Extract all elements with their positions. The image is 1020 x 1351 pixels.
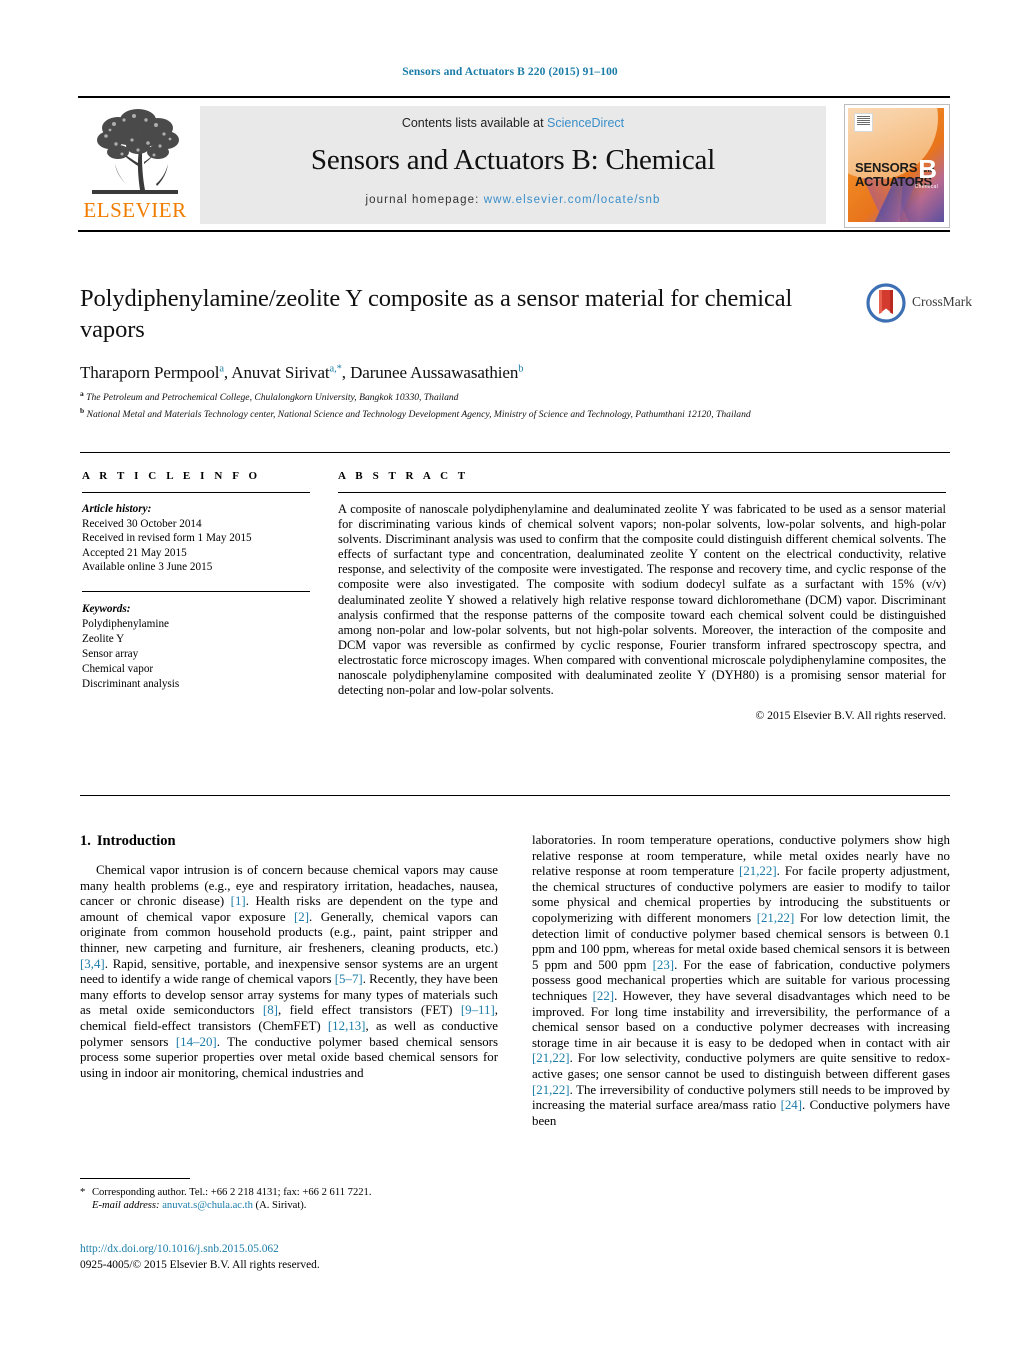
masthead-top-rule [78,96,950,98]
history-revised: Received in revised form 1 May 2015 [82,532,252,545]
abstract-copyright: © 2015 Elsevier B.V. All rights reserved… [755,709,946,723]
journal-cover-thumbnail: SENSORS and ACTUATORS B Chemical [844,104,950,228]
cover-series-subtitle: Chemical [914,184,938,190]
sciencedirect-link[interactable]: ScienceDirect [547,116,624,130]
contents-available-line: Contents lists available at ScienceDirec… [200,116,826,130]
crossmark-icon [866,283,906,323]
footnote-text: * Corresponding author. Tel.: +66 2 218 … [80,1186,498,1213]
crossmark-label: CrossMark [912,294,972,309]
abstract-column: A B S T R A C T A composite of nanoscale… [338,470,946,722]
contents-prefix: Contents lists available at [401,116,548,130]
journal-homepage-line: journal homepage: www.elsevier.com/locat… [200,194,826,206]
elsevier-tree-icon [88,106,182,198]
elsevier-logo: ELSEVIER [80,104,190,226]
info-bottom-rule [80,795,950,796]
journal-masthead: ELSEVIER Contents lists available at Sci… [78,96,950,232]
email-suffix: (A. Sirivat). [255,1200,307,1212]
affiliation-a-text: The Petroleum and Petrochemical College,… [86,392,459,404]
keyword-item: Sensor array [82,647,139,660]
corresponding-author-line: * Corresponding author. Tel.: +66 2 218 … [80,1187,372,1198]
affiliation-b: b National Metal and Materials Technolog… [80,405,820,422]
cover-artwork: SENSORS and ACTUATORS B Chemical [848,108,944,222]
email-line: E-mail address: anuvat.s@chula.ac.th (A.… [80,1199,498,1212]
author-list: Tharaporn Permpoola, Anuvat Sirivata,*, … [80,363,524,382]
intro-paragraph-right: laboratories. In room temperature operat… [532,833,951,1128]
email-link[interactable]: anuvat.s@chula.ac.th [162,1200,253,1211]
article-info-rule [82,492,310,493]
article-info-heading: A R T I C L E I N F O [82,470,261,482]
affiliation-marker-a: a [80,389,84,398]
intro-paragraph-left: Chemical vapor intrusion is of concern b… [80,863,498,1080]
section-number: 1. [80,833,91,849]
history-received: Received 30 October 2014 [82,517,202,530]
doi-link[interactable]: http://dx.doi.org/10.1016/j.snb.2015.05.… [80,1243,279,1255]
email-label: E-mail address: [92,1200,160,1212]
abstract-rule [338,492,946,493]
cover-series-letter: B [918,154,937,184]
keyword-item: Chemical vapor [82,662,154,675]
keywords-rule [82,590,310,592]
abstract-heading: A B S T R A C T [338,470,469,482]
masthead-bottom-rule [78,230,950,232]
running-head: Sensors and Actuators B 220 (2015) 91–10… [402,66,618,78]
crossmark-badge[interactable]: CrossMark [866,283,972,335]
elsevier-wordmark: ELSEVIER [83,198,187,222]
homepage-url-link[interactable]: www.elsevier.com/locate/snb [484,194,661,206]
article-info-column: A R T I C L E I N F O Article history: R… [82,470,310,692]
issn-copyright-line: 0925-4005/© 2015 Elsevier B.V. All right… [80,1259,320,1271]
contents-bar: Contents lists available at ScienceDirec… [200,106,826,224]
affiliation-b-text: National Metal and Materials Technology … [86,408,751,420]
affiliations: a The Petroleum and Petrochemical Colleg… [80,388,820,422]
section-title: Introduction [96,833,176,849]
keyword-item: Zeolite Y [82,632,125,645]
article-history-label: Article history: [82,503,152,515]
journal-title: Sensors and Actuators B: Chemical [310,144,716,176]
footnote-rule [80,1178,190,1179]
cover-publisher-badge-icon [854,113,873,132]
affiliation-marker-b: b [80,405,85,415]
keyword-item: Discriminant analysis [82,677,180,690]
keywords-list: Keywords: Polydiphenylamine Zeolite Y Se… [82,602,310,692]
article-history: Article history: Received 30 October 201… [82,502,310,575]
homepage-label: journal homepage: [365,194,484,206]
body-column-right: laboratories. In room temperature operat… [532,833,950,1129]
body-column-left: 1. Introduction Chemical vapor intrusion … [80,833,498,1081]
cover-sensors-text: SENSORS [855,160,918,175]
keywords-label: Keywords: [82,602,131,615]
history-accepted: Accepted 21 May 2015 [82,546,187,559]
title-block: Polydiphenylamine/zeolite Y composite as… [80,283,800,383]
section-heading-introduction: 1. Introduction [80,833,498,850]
article-title: Polydiphenylamine/zeolite Y composite as… [80,285,793,343]
journal-article-page: Sensors and Actuators B 220 (2015) 91–10… [0,0,1020,1351]
abstract-text: A composite of nanoscale polydiphenylami… [338,502,946,698]
keyword-item: Polydiphenylamine [82,617,170,630]
info-top-rule [80,452,950,453]
history-online: Available online 3 June 2015 [82,561,213,574]
affiliation-a: a The Petroleum and Petrochemical Colleg… [80,388,820,405]
corresponding-author-footnote: * Corresponding author. Tel.: +66 2 218 … [80,1178,498,1213]
